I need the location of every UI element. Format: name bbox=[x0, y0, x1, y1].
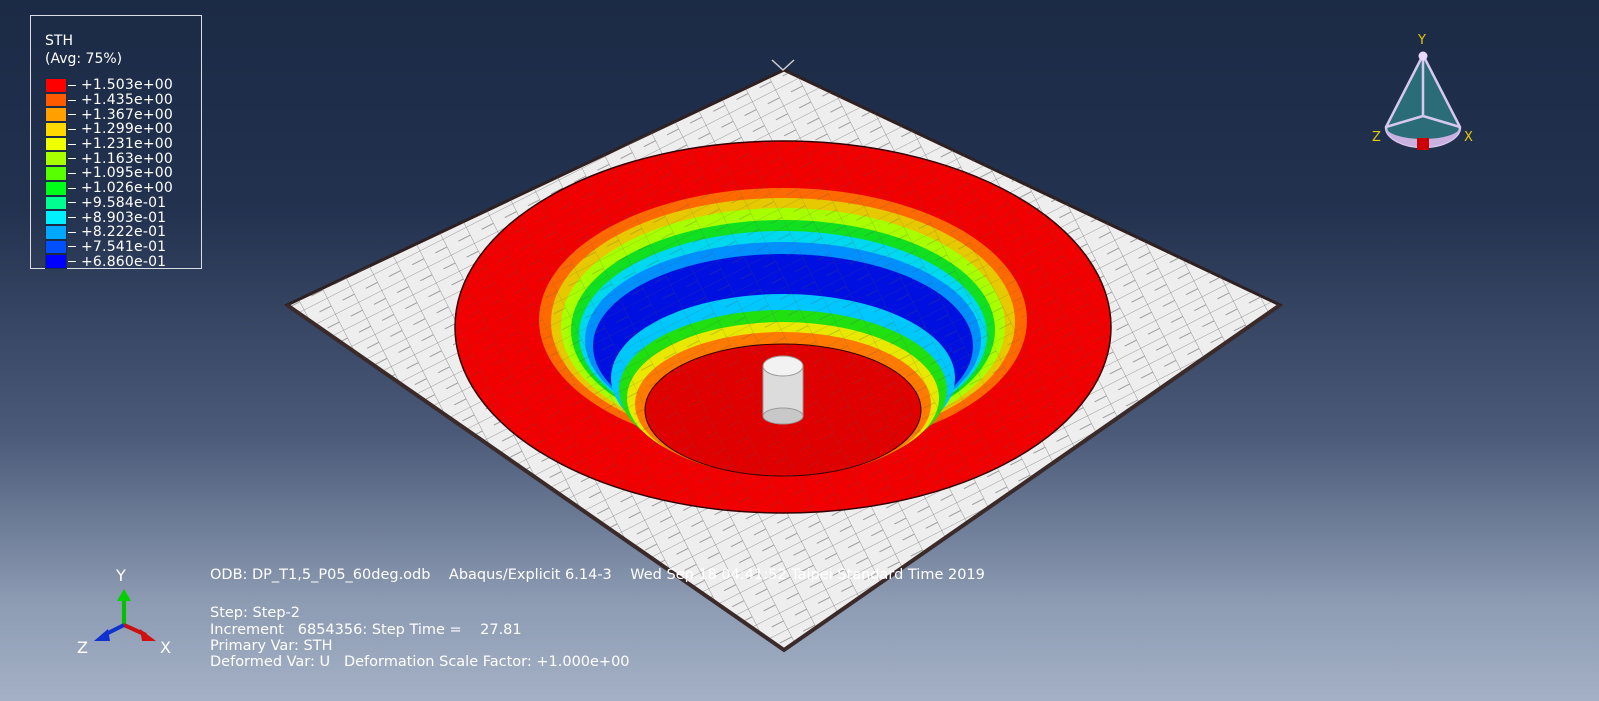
legend-swatch bbox=[45, 92, 67, 108]
legend-swatch bbox=[45, 166, 67, 181]
legend-entry: +9.584e-01 bbox=[45, 194, 173, 211]
legend-swatch bbox=[45, 239, 67, 255]
view-cube-z-label: Z bbox=[1372, 130, 1381, 145]
legend-swatch bbox=[45, 195, 67, 211]
legend-value: +1.367e+00 bbox=[81, 106, 173, 123]
legend-value: +1.435e+00 bbox=[81, 92, 173, 109]
step-info: Step: Step-2 bbox=[210, 605, 300, 621]
legend-entry: +1.231e+00 bbox=[45, 136, 173, 153]
legend-entry: +1.163e+00 bbox=[45, 150, 173, 167]
legend-value: +8.903e-01 bbox=[81, 209, 167, 226]
legend-entry: +1.435e+00 bbox=[45, 92, 173, 109]
legend-swatch bbox=[45, 136, 67, 152]
legend-swatch bbox=[45, 122, 67, 137]
triad-y-arrowhead bbox=[117, 589, 131, 601]
contour-legend: STH (Avg: 75%) +1.503e+00 +1.435e+00 +1.36… bbox=[30, 15, 202, 269]
legend-value: +1.163e+00 bbox=[81, 150, 173, 167]
deformed-sheet-model[interactable] bbox=[0, 0, 1599, 701]
contour-mesh-overlay bbox=[455, 141, 1111, 513]
legend-value: +8.222e-01 bbox=[81, 224, 167, 241]
legend-tick bbox=[68, 172, 76, 174]
odb-info-line: ODB: DP_T1,5_P05_60deg.odb Abaqus/Explic… bbox=[210, 567, 985, 583]
triad-x-arrowhead bbox=[140, 629, 156, 641]
legend-title: STH bbox=[45, 33, 73, 49]
triad-y-label: Y bbox=[115, 566, 126, 585]
punch-bottom bbox=[762, 407, 804, 425]
legend-swatch bbox=[45, 254, 67, 269]
legend-tick bbox=[68, 246, 76, 248]
legend-swatch bbox=[45, 180, 67, 196]
legend-tick bbox=[68, 158, 76, 160]
view-cube[interactable]: Y Z X bbox=[1372, 30, 1482, 175]
legend-tick bbox=[68, 261, 76, 263]
legend-tick bbox=[68, 187, 76, 189]
legend-entry: +1.026e+00 bbox=[45, 180, 173, 197]
legend-tick bbox=[68, 202, 76, 204]
view-cube-x-label: X bbox=[1464, 130, 1473, 145]
view-cube-center-marker bbox=[1417, 138, 1429, 150]
legend-entry: +8.222e-01 bbox=[45, 224, 173, 241]
legend-value: +7.541e-01 bbox=[81, 238, 167, 255]
legend-entry: +6.860e-01 bbox=[45, 254, 173, 269]
legend-title-block: STH (Avg: 75%) bbox=[45, 32, 122, 68]
triad-z-arrowhead bbox=[94, 629, 110, 641]
legend-tick bbox=[68, 231, 76, 233]
legend-tick bbox=[68, 217, 76, 219]
legend-swatch bbox=[45, 107, 67, 123]
legend-subtitle: (Avg: 75%) bbox=[45, 51, 123, 67]
triad-z-label: Z bbox=[77, 638, 88, 657]
legend-entry: +1.095e+00 bbox=[45, 166, 173, 181]
legend-swatch bbox=[45, 210, 67, 225]
legend-value: +6.860e-01 bbox=[81, 253, 167, 270]
legend-value: +1.026e+00 bbox=[81, 180, 173, 197]
legend-value: +1.231e+00 bbox=[81, 136, 173, 153]
legend-entry: +7.541e-01 bbox=[45, 238, 173, 255]
viewport[interactable] bbox=[0, 0, 1599, 701]
legend-tick bbox=[68, 128, 76, 130]
legend-entry: +1.367e+00 bbox=[45, 106, 173, 123]
legend-value: +9.584e-01 bbox=[81, 194, 167, 211]
corner-marker bbox=[771, 59, 795, 72]
legend-entry: +8.903e-01 bbox=[45, 210, 173, 225]
coordinate-triad: Y Z X bbox=[77, 566, 171, 657]
legend-tick bbox=[68, 84, 76, 86]
legend-swatch bbox=[45, 151, 67, 167]
punch-top bbox=[762, 355, 804, 377]
legend-entry: +1.503e+00 bbox=[45, 78, 173, 93]
primary-var-info: Primary Var: STH bbox=[210, 638, 333, 654]
triad-x-label: X bbox=[160, 638, 171, 657]
legend-tick bbox=[68, 143, 76, 145]
legend-entries: +1.503e+00 +1.435e+00 +1.367e+00 +1.299e+00… bbox=[45, 78, 173, 269]
legend-swatch bbox=[45, 78, 67, 93]
deformed-var-info: Deformed Var: U Deformation Scale Factor… bbox=[210, 654, 630, 670]
legend-tick bbox=[68, 99, 76, 101]
view-cube-y-handle[interactable] bbox=[1418, 51, 1428, 61]
legend-entry: +1.299e+00 bbox=[45, 122, 173, 137]
increment-info: Increment 6854356: Step Time = 27.81 bbox=[210, 622, 522, 638]
legend-value: +1.299e+00 bbox=[81, 121, 173, 138]
legend-value: +1.095e+00 bbox=[81, 165, 173, 182]
legend-swatch bbox=[45, 224, 67, 240]
legend-value: +1.503e+00 bbox=[81, 77, 173, 94]
legend-tick bbox=[68, 114, 76, 116]
view-cube-y-label: Y bbox=[1417, 33, 1426, 48]
